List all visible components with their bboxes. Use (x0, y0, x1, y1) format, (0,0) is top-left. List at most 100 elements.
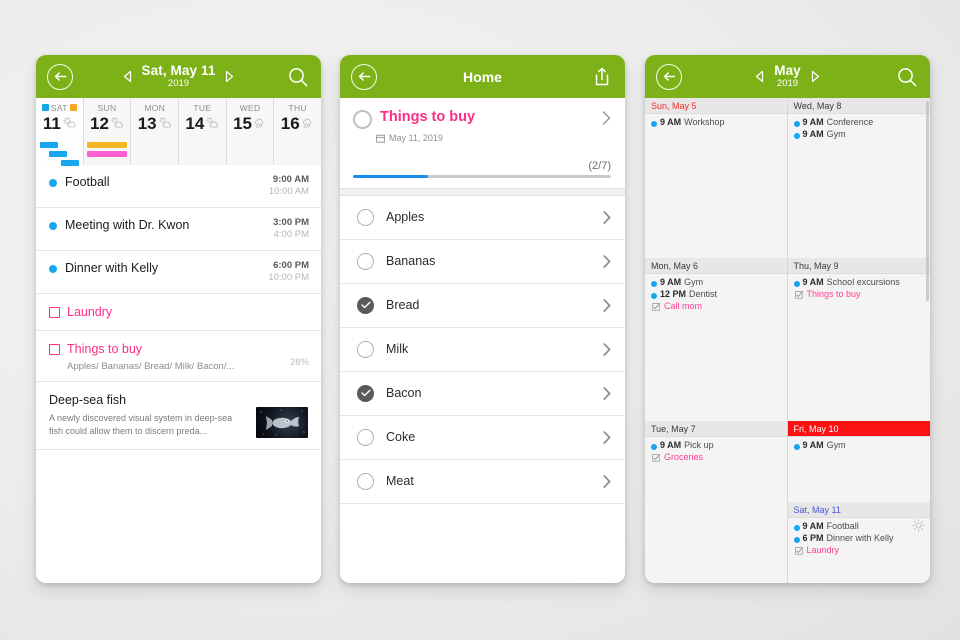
agenda-day-label: Sat, May 11 (793, 504, 841, 515)
agenda-day-cell[interactable]: Sat, May 11 9 AM Football 6 PM Dinner wi… (787, 502, 930, 583)
page-title: Home (463, 68, 502, 85)
agenda-todo[interactable]: Groceries (651, 452, 781, 462)
event-row[interactable]: Football 9:00 AM 10:00 AM (36, 165, 321, 208)
day-event-bars (36, 142, 83, 169)
agenda-day-body: 9 AM Conference 9 AM Gym (787, 114, 930, 259)
list-header[interactable]: Things to buy May 11, 2019 (340, 98, 625, 143)
agenda-day-header[interactable]: Sun, May 5 (645, 98, 787, 114)
week-day-column[interactable]: WED 15 (226, 98, 275, 165)
week-day-column[interactable]: THU 16 (274, 98, 321, 165)
weekday-label-row: WED (227, 100, 274, 115)
todo-row[interactable]: Laundry (36, 294, 321, 331)
list-item[interactable]: Apples (340, 196, 625, 240)
chevron-right-icon[interactable] (603, 342, 611, 356)
agenda-day-header[interactable]: Sat, May 11 (787, 502, 930, 518)
agenda-day-header[interactable]: Fri, May 10 (787, 421, 930, 437)
list-item-label: Coke (386, 430, 416, 444)
share-icon[interactable] (591, 66, 613, 88)
agenda-event[interactable]: 9 AM Football (793, 521, 925, 531)
chevron-right-icon[interactable] (603, 430, 611, 444)
unchecked-circle-icon[interactable] (357, 428, 374, 446)
week-event-list: Football 9:00 AM 10:00 AM Meeting with D… (36, 165, 321, 294)
chevron-right-icon[interactable] (603, 254, 611, 268)
agenda-event[interactable]: 9 AM Workshop (651, 117, 781, 127)
agenda-day-header[interactable]: Mon, May 6 (645, 258, 787, 274)
unchecked-circle-icon[interactable] (357, 208, 374, 226)
agenda-day-cell[interactable]: Sun, May 5 9 AM Workshop (645, 98, 787, 259)
weekday-label-row: SUN (84, 100, 131, 115)
todo-checkbox-icon[interactable] (49, 344, 60, 355)
todo-checkbox-icon[interactable] (49, 307, 60, 318)
agenda-column: Sun, May 5 9 AM Workshop Mon, May 6 9 AM… (645, 98, 788, 583)
back-arrow-circle-icon[interactable] (656, 63, 682, 90)
agenda-day-cell[interactable]: Thu, May 9 9 AM School excursions Things… (787, 258, 930, 422)
back-arrow-circle-icon[interactable] (351, 63, 377, 90)
checked-circle-icon[interactable] (357, 384, 374, 402)
event-title: Football (65, 175, 110, 189)
event-color-dot (651, 293, 657, 299)
event-row[interactable]: Meeting with Dr. Kwon 3:00 PM 4:00 PM (36, 208, 321, 251)
chevron-left-icon[interactable] (754, 70, 765, 83)
event-color-dot (651, 444, 657, 450)
week-day-column[interactable]: MON 13 (131, 98, 180, 165)
week-day-column[interactable]: SUN 12 (83, 98, 132, 165)
agenda-day-header[interactable]: Wed, May 8 (787, 98, 930, 114)
list-item[interactable]: Bananas (340, 240, 625, 284)
weekday-label: TUE (193, 102, 212, 113)
agenda-event-time: 9 AM (660, 440, 682, 450)
list-item[interactable]: Bread (340, 284, 625, 328)
chevron-right-icon[interactable] (810, 70, 821, 83)
agenda-day-cell[interactable]: Fri, May 10 9 AM Gym (787, 421, 930, 503)
week-day-strip[interactable]: SAT 11 SUN 12 MON 13 TUE 14 WED 15 THU 1… (36, 98, 321, 166)
unchecked-circle-icon[interactable] (357, 340, 374, 358)
agenda-event[interactable]: 9 AM Gym (793, 129, 925, 139)
unchecked-circle-icon[interactable] (357, 252, 374, 270)
agenda-day-cell[interactable]: Tue, May 7 9 AM Pick up Groceries (645, 421, 787, 583)
agenda-event[interactable]: 9 AM Gym (651, 277, 781, 287)
agenda-todo[interactable]: Call mom (651, 301, 781, 311)
agenda-todo[interactable]: Things to buy (794, 289, 925, 299)
agenda-event[interactable]: 9 AM Conference (793, 117, 925, 127)
agenda-day-cell[interactable]: Mon, May 6 9 AM Gym 12 PM Dentist Call m… (645, 258, 787, 422)
agenda-event[interactable]: 9 AM Pick up (651, 440, 781, 450)
event-end-time: 4:00 PM (273, 228, 309, 240)
chevron-right-icon[interactable] (224, 70, 235, 83)
list-item[interactable]: Coke (340, 416, 625, 460)
todo-text-block: Laundry (67, 303, 309, 321)
event-row[interactable]: Dinner with Kelly 6:00 PM 10:00 PM (36, 251, 321, 294)
week-day-column[interactable]: TUE 14 (179, 98, 227, 165)
chevron-right-icon[interactable] (603, 386, 611, 400)
chevron-right-icon[interactable] (602, 111, 611, 125)
agenda-day-cell[interactable]: Wed, May 8 9 AM Conference 9 AM Gym (787, 98, 930, 259)
agenda-event[interactable]: 12 PM Dentist (651, 289, 781, 299)
list-item[interactable]: Bacon (340, 372, 625, 416)
incomplete-circle-icon[interactable] (353, 110, 372, 129)
checked-circle-icon[interactable] (357, 296, 374, 314)
vertical-scrollbar[interactable] (926, 101, 929, 301)
screen-root: Sat, May 11 2019 SAT 11 SUN 12 MON 13 TU… (0, 0, 960, 640)
page-subtitle: 2019 (167, 78, 190, 90)
agenda-event[interactable]: 9 AM Gym (793, 440, 925, 450)
search-icon[interactable] (287, 66, 309, 88)
chevron-right-icon[interactable] (603, 210, 611, 224)
chevron-right-icon[interactable] (603, 298, 611, 312)
search-icon[interactable] (896, 66, 918, 88)
agenda-event-time: 9 AM (802, 521, 824, 531)
rain-icon (302, 118, 312, 129)
todo-row[interactable]: Things to buy Apples/ Bananas/ Bread/ Mi… (36, 331, 321, 382)
agenda-event-time: 9 AM (660, 117, 682, 127)
news-card[interactable]: Deep-sea fish A newly discovered visual … (36, 382, 321, 450)
agenda-todo[interactable]: Laundry (794, 545, 925, 555)
agenda-day-header[interactable]: Thu, May 9 (787, 258, 930, 274)
chevron-right-icon[interactable] (603, 474, 611, 488)
week-day-column[interactable]: SAT 11 (36, 98, 84, 166)
page-subtitle: 2019 (776, 78, 799, 90)
agenda-event[interactable]: 6 PM Dinner with Kelly (793, 533, 925, 543)
back-arrow-circle-icon[interactable] (47, 63, 73, 90)
chevron-left-icon[interactable] (122, 70, 133, 83)
list-item[interactable]: Meat (340, 460, 625, 504)
list-item[interactable]: Milk (340, 328, 625, 372)
agenda-event[interactable]: 9 AM School excursions (793, 277, 925, 287)
agenda-day-header[interactable]: Tue, May 7 (645, 421, 787, 437)
unchecked-circle-icon[interactable] (357, 472, 374, 490)
